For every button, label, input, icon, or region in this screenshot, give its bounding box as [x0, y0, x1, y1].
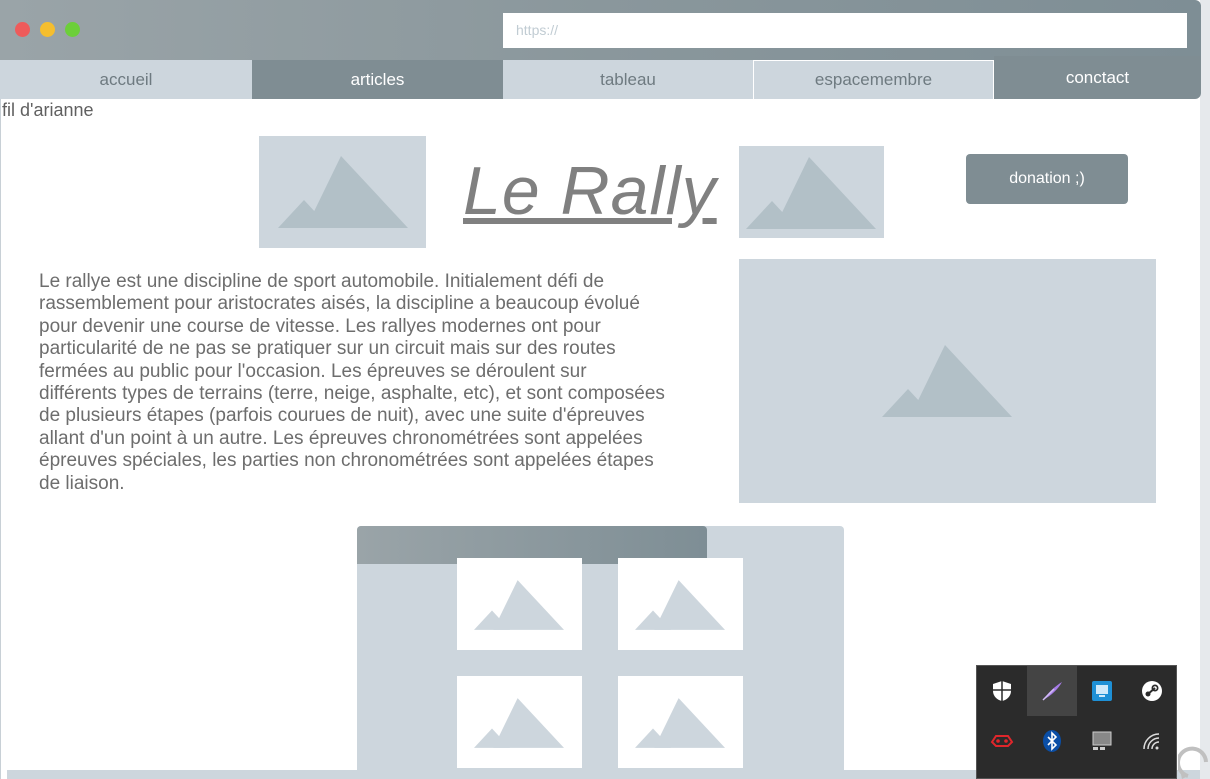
maximize-window-button[interactable]	[65, 22, 80, 37]
gallery-thumbnail[interactable]	[457, 676, 582, 768]
image-placeholder-icon	[635, 698, 725, 748]
gallery-thumbnail[interactable]	[457, 558, 582, 650]
image-placeholder-icon	[635, 580, 725, 630]
wifi-icon[interactable]	[1127, 716, 1177, 766]
refresh-icon[interactable]	[1178, 740, 1210, 779]
shield-icon[interactable]	[977, 666, 1027, 716]
donation-button[interactable]: donation ;)	[966, 154, 1128, 204]
nav-tab-accueil[interactable]: accueil	[0, 60, 252, 99]
game-controller-icon[interactable]	[977, 716, 1027, 766]
nav-tab-espacemembre[interactable]: espacemembre	[754, 61, 993, 99]
steam-icon[interactable]	[1127, 666, 1177, 716]
article-body: Le rallye est une discipline de sport au…	[39, 271, 665, 494]
url-bar[interactable]: https://	[503, 13, 1187, 48]
scrollbar[interactable]	[1200, 0, 1210, 779]
nav-tab-conctact[interactable]: conctact	[994, 56, 1201, 99]
close-window-button[interactable]	[15, 22, 30, 37]
header-image-right	[739, 146, 884, 238]
article-image	[739, 259, 1156, 503]
monitor-icon[interactable]	[1077, 666, 1127, 716]
page-frame-left	[0, 0, 1, 779]
browser-titlebar: https://	[0, 0, 1201, 60]
gallery-thumbnail[interactable]	[618, 676, 743, 768]
gallery-thumbnail[interactable]	[618, 558, 743, 650]
bluetooth-icon[interactable]	[1027, 716, 1077, 766]
nav-tab-articles[interactable]: articles	[252, 60, 503, 99]
image-placeholder-icon	[474, 580, 564, 630]
image-placeholder-icon	[882, 345, 1012, 417]
image-placeholder-icon	[474, 698, 564, 748]
display-icon[interactable]	[1077, 716, 1127, 766]
page-title: Le Rally	[463, 153, 717, 229]
image-placeholder-icon	[278, 156, 408, 228]
nav-tab-tableau[interactable]: tableau	[503, 60, 753, 99]
system-tray-popup	[976, 665, 1177, 779]
breadcrumb: fil d'arianne	[2, 100, 94, 120]
image-placeholder-icon	[746, 157, 876, 229]
minimize-window-button[interactable]	[40, 22, 55, 37]
feather-icon[interactable]	[1027, 666, 1077, 716]
header-image-left	[259, 136, 426, 248]
